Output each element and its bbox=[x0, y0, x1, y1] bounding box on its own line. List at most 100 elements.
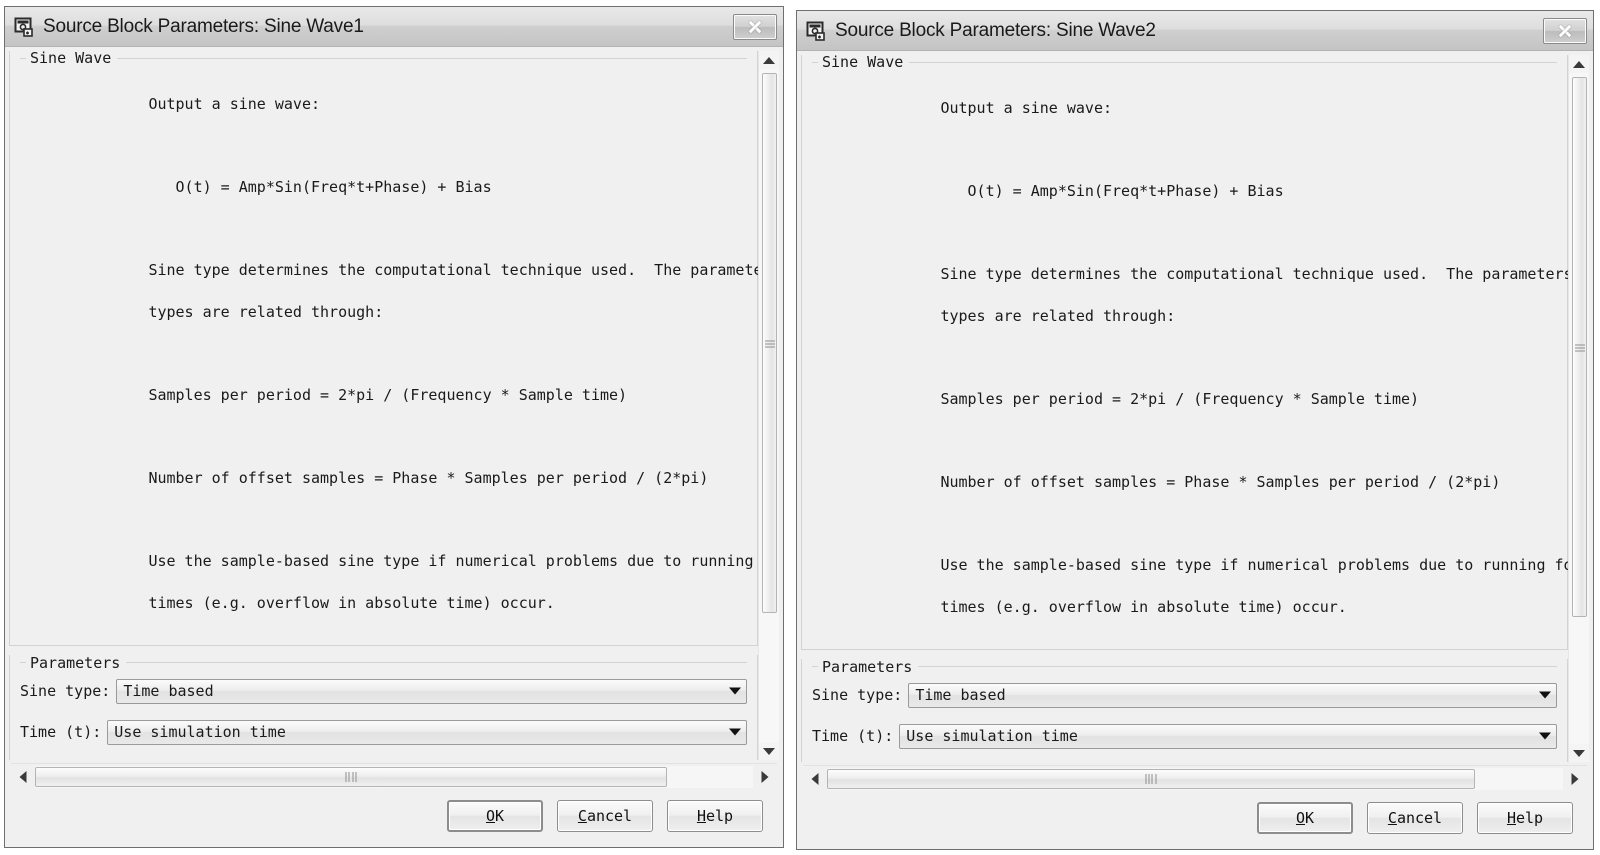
ok-button[interactable]: OK bbox=[447, 800, 543, 832]
triangle-right-icon bbox=[761, 770, 769, 783]
scroll-left-button[interactable] bbox=[11, 766, 35, 788]
scroll-up-button[interactable] bbox=[759, 51, 779, 69]
group-header: Sine Wave bbox=[20, 51, 747, 66]
title-bar[interactable]: Source Block Parameters: Sine Wave1 bbox=[5, 7, 783, 47]
ok-label: K bbox=[495, 807, 505, 825]
scroll-area: Sine Wave Output a sine wave: O(t) = Amp… bbox=[801, 55, 1589, 762]
horizontal-scrollbar[interactable] bbox=[803, 765, 1587, 791]
triangle-up-icon bbox=[763, 57, 775, 64]
desc-line: Number of offset samples = Phase * Sampl… bbox=[148, 469, 709, 488]
vertical-scroll-thumb[interactable] bbox=[762, 73, 777, 613]
sine-type-dropdown[interactable]: Time based bbox=[908, 682, 1557, 708]
desc-line: O(t) = Amp*Sin(Freq*t+Phase) + Bias bbox=[940, 181, 1284, 200]
triangle-up-icon bbox=[1573, 61, 1585, 68]
vertical-scrollbar[interactable] bbox=[758, 51, 779, 760]
group-parameters: Parameters Sine type: Time based Time (t… bbox=[9, 654, 758, 760]
ok-button[interactable]: OK bbox=[1257, 802, 1353, 834]
time-value: Use simulation time bbox=[906, 727, 1078, 746]
group-legend-parameters: Parameters bbox=[822, 657, 913, 676]
help-label: elp bbox=[705, 807, 734, 825]
desc-line: O(t) = Amp*Sin(Freq*t+Phase) + Bias bbox=[148, 177, 492, 196]
scroll-down-button[interactable] bbox=[1569, 744, 1589, 762]
simulink-block-icon bbox=[13, 16, 35, 38]
triangle-down-icon bbox=[763, 748, 775, 755]
group-header: Sine Wave bbox=[812, 55, 1557, 70]
ok-mnemonic: O bbox=[1295, 809, 1305, 827]
ok-label: K bbox=[1305, 809, 1315, 827]
time-value: Use simulation time bbox=[114, 723, 286, 742]
description-text: Output a sine wave: O(t) = Amp*Sin(Freq*… bbox=[812, 70, 1568, 643]
desc-line: Use the sample-based sine type if numeri… bbox=[940, 556, 1568, 575]
button-bar: OK Cancel Help bbox=[9, 789, 779, 847]
grip-icon bbox=[764, 339, 775, 348]
help-button[interactable]: Help bbox=[1477, 802, 1573, 834]
group-header: Parameters bbox=[20, 655, 747, 671]
cancel-label: ancel bbox=[1396, 809, 1443, 827]
help-label: elp bbox=[1515, 809, 1544, 827]
desc-line: Sine type determines the computational t… bbox=[148, 261, 758, 280]
chevron-down-icon bbox=[1539, 732, 1551, 740]
dialog-title: Source Block Parameters: Sine Wave1 bbox=[43, 15, 364, 37]
desc-line: types are related through: bbox=[940, 306, 1176, 325]
cancel-button[interactable]: Cancel bbox=[1367, 802, 1463, 834]
help-button[interactable]: Help bbox=[667, 800, 763, 832]
time-dropdown[interactable]: Use simulation time bbox=[899, 723, 1557, 749]
chevron-down-icon bbox=[1539, 691, 1551, 699]
vertical-scroll-track[interactable] bbox=[759, 69, 779, 742]
dialog-sine-wave2: Source Block Parameters: Sine Wave2 Sine… bbox=[796, 10, 1594, 850]
desc-line: times (e.g. overflow in absolute time) o… bbox=[940, 597, 1347, 616]
sine-type-value: Time based bbox=[915, 686, 1006, 705]
vertical-scroll-track[interactable] bbox=[1569, 73, 1589, 744]
triangle-left-icon bbox=[811, 772, 819, 785]
description-text: Output a sine wave: O(t) = Amp*Sin(Freq*… bbox=[20, 66, 758, 639]
cancel-mnemonic: C bbox=[1387, 809, 1397, 827]
row-sine-type: Sine type: Time based bbox=[812, 682, 1557, 708]
sine-type-dropdown[interactable]: Time based bbox=[116, 678, 747, 704]
time-label: Time (t): bbox=[20, 723, 102, 742]
horizontal-scroll-track[interactable] bbox=[827, 767, 1563, 790]
grip-icon bbox=[1145, 773, 1157, 784]
desc-line: Sine type determines the computational t… bbox=[940, 265, 1568, 284]
vertical-scrollbar[interactable] bbox=[1568, 55, 1589, 762]
help-mnemonic: H bbox=[696, 807, 706, 825]
scroll-right-button[interactable] bbox=[753, 766, 777, 788]
horizontal-scroll-thumb[interactable] bbox=[35, 766, 667, 787]
triangle-right-icon bbox=[1571, 772, 1579, 785]
triangle-down-icon bbox=[1573, 750, 1585, 757]
desc-line: times (e.g. overflow in absolute time) o… bbox=[148, 593, 555, 612]
group-sine-wave-description: Sine Wave Output a sine wave: O(t) = Amp… bbox=[801, 55, 1568, 650]
scroll-content: Sine Wave Output a sine wave: O(t) = Amp… bbox=[801, 55, 1568, 762]
desc-line: Use the sample-based sine type if numeri… bbox=[148, 552, 754, 571]
dialog-body: Sine Wave Output a sine wave: O(t) = Amp… bbox=[5, 47, 783, 847]
horizontal-scrollbar[interactable] bbox=[11, 763, 777, 789]
grip-icon bbox=[345, 771, 357, 782]
scroll-up-button[interactable] bbox=[1569, 55, 1589, 73]
button-bar: OK Cancel Help bbox=[801, 791, 1589, 849]
sine-type-label: Sine type: bbox=[812, 686, 903, 705]
grip-icon bbox=[1574, 343, 1585, 352]
simulink-block-icon bbox=[805, 20, 827, 42]
scroll-down-button[interactable] bbox=[759, 742, 779, 760]
group-legend-sine-wave: Sine Wave bbox=[822, 55, 904, 71]
vertical-scroll-thumb[interactable] bbox=[1572, 77, 1587, 617]
desc-line: Samples per period = 2*pi / (Frequency *… bbox=[940, 389, 1420, 408]
ok-mnemonic: O bbox=[485, 807, 495, 825]
sine-type-label: Sine type: bbox=[20, 682, 111, 701]
close-icon[interactable] bbox=[1543, 17, 1587, 44]
horizontal-scroll-thumb[interactable] bbox=[827, 768, 1475, 789]
desc-line: Output a sine wave: bbox=[940, 98, 1113, 117]
group-parameters: Parameters Sine type: Time based Time (t… bbox=[801, 657, 1568, 762]
time-dropdown[interactable]: Use simulation time bbox=[107, 719, 747, 745]
dialog-body: Sine Wave Output a sine wave: O(t) = Amp… bbox=[797, 51, 1593, 849]
scroll-left-button[interactable] bbox=[803, 768, 827, 790]
horizontal-scroll-track[interactable] bbox=[35, 765, 753, 788]
screen-root: Source Block Parameters: Sine Wave1 Sine… bbox=[0, 0, 1600, 855]
desc-line: Samples per period = 2*pi / (Frequency *… bbox=[148, 385, 628, 404]
group-legend-parameters: Parameters bbox=[30, 653, 121, 672]
title-bar[interactable]: Source Block Parameters: Sine Wave2 bbox=[797, 11, 1593, 51]
scroll-right-button[interactable] bbox=[1563, 768, 1587, 790]
row-sine-type: Sine type: Time based bbox=[20, 678, 747, 704]
cancel-button[interactable]: Cancel bbox=[557, 800, 653, 832]
close-icon[interactable] bbox=[733, 13, 777, 40]
cancel-label: ancel bbox=[586, 807, 633, 825]
